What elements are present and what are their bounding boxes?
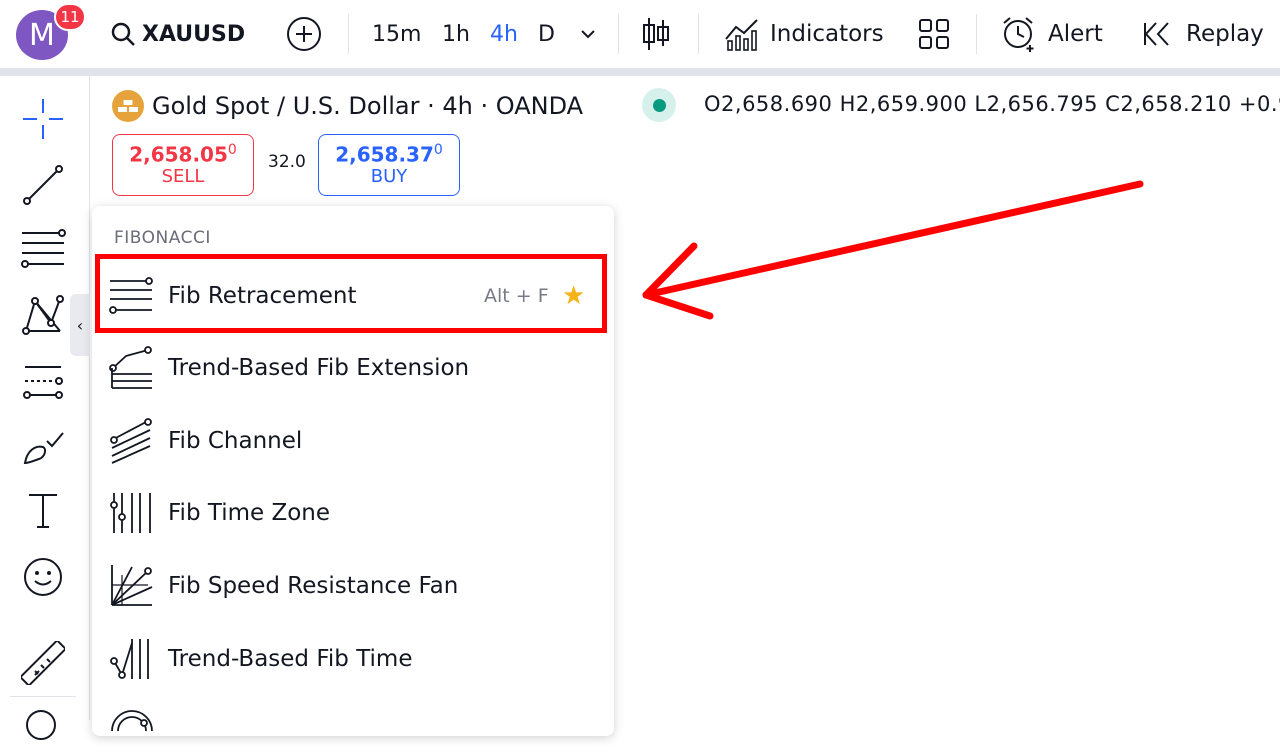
annotation-arrow-icon	[642, 180, 1144, 320]
